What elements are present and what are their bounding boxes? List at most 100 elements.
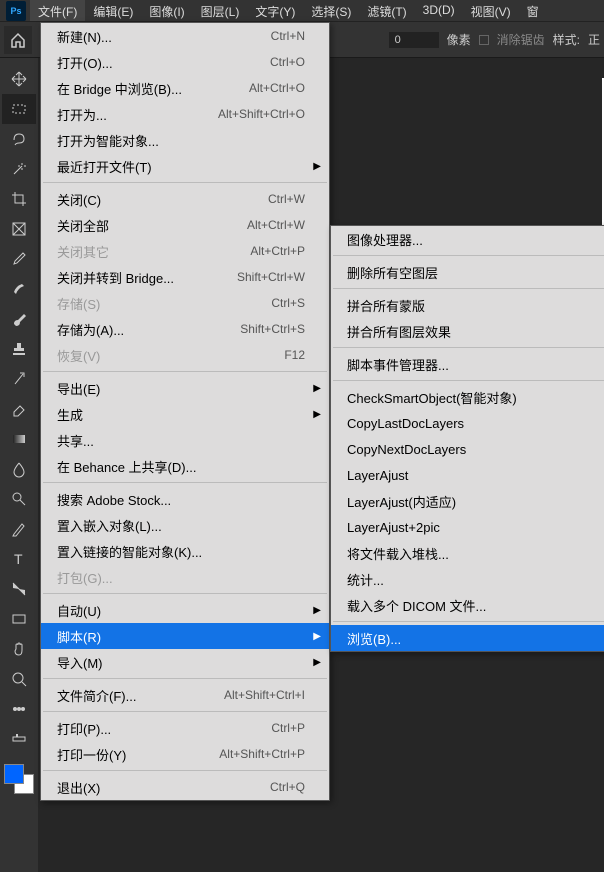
tool-eraser[interactable] (2, 394, 36, 424)
menu-窗[interactable]: 窗 (519, 0, 547, 21)
script-menu-item-0[interactable]: 图像处理器... (331, 226, 604, 252)
foreground-color[interactable] (4, 764, 24, 784)
tool-extra1[interactable] (2, 694, 36, 724)
menu-item-label: 浏览(B)... (347, 629, 401, 648)
healing-icon (10, 280, 28, 298)
file-menu-item-18[interactable]: 在 Behance 上共享(D)... (41, 453, 329, 479)
tool-marquee[interactable] (2, 94, 36, 124)
file-menu-item-31[interactable]: 打印(P)...Ctrl+P (41, 715, 329, 741)
tool-dodge[interactable] (2, 484, 36, 514)
home-button[interactable] (4, 26, 32, 54)
script-menu-item-15[interactable]: 将文件载入堆栈... (331, 540, 604, 566)
tool-rect[interactable] (2, 604, 36, 634)
menu-item-label: 在 Behance 上共享(D)... (57, 457, 196, 476)
file-menu-item-8[interactable]: 关闭全部Alt+Ctrl+W (41, 212, 329, 238)
file-menu-item-1[interactable]: 打开(O)...Ctrl+O (41, 49, 329, 75)
tool-move[interactable] (2, 64, 36, 94)
file-menu-item-3[interactable]: 打开为...Alt+Shift+Ctrl+O (41, 101, 329, 127)
file-menu-item-25[interactable]: 自动(U)▶ (41, 597, 329, 623)
menu-item-label: 拼合所有图层效果 (347, 322, 451, 341)
menu-item-label: 打印(P)... (57, 719, 111, 738)
tool-history[interactable] (2, 364, 36, 394)
file-menu-item-12[interactable]: 存储为(A)...Shift+Ctrl+S (41, 316, 329, 342)
file-menu-item-27[interactable]: 导入(M)▶ (41, 649, 329, 675)
menu-item-shortcut: Alt+Shift+Ctrl+P (219, 747, 305, 761)
menu-选择(S)[interactable]: 选择(S) (303, 0, 359, 21)
rect-icon (10, 610, 28, 628)
tool-blur[interactable] (2, 454, 36, 484)
menu-3D(D)[interactable]: 3D(D) (415, 0, 463, 21)
file-menu-item-16[interactable]: 生成▶ (41, 401, 329, 427)
script-menu-item-7[interactable]: 脚本事件管理器... (331, 351, 604, 377)
file-menu-item-0[interactable]: 新建(N)...Ctrl+N (41, 23, 329, 49)
lasso-icon (10, 130, 28, 148)
antialias-checkbox[interactable] (479, 35, 489, 45)
move-icon (10, 70, 28, 88)
file-menu-item-20[interactable]: 搜索 Adobe Stock... (41, 486, 329, 512)
menu-视图(V)[interactable]: 视图(V) (463, 0, 519, 21)
file-menu-item-7[interactable]: 关闭(C)Ctrl+W (41, 186, 329, 212)
script-menu-item-19[interactable]: 浏览(B)... (331, 625, 604, 651)
opt-value[interactable]: 0 (389, 32, 439, 48)
submenu-arrow-icon: ▶ (313, 631, 321, 642)
submenu-arrow-icon: ▶ (313, 657, 321, 668)
tool-healing[interactable] (2, 274, 36, 304)
tool-lasso[interactable] (2, 124, 36, 154)
extra2-icon (10, 730, 28, 748)
marquee-icon (10, 100, 28, 118)
pen-icon (10, 520, 28, 538)
tool-gradient[interactable] (2, 424, 36, 454)
eraser-icon (10, 400, 28, 418)
file-menu-item-34[interactable]: 退出(X)Ctrl+Q (41, 774, 329, 800)
script-menu-item-5[interactable]: 拼合所有图层效果 (331, 318, 604, 344)
tool-type[interactable]: T (2, 544, 36, 574)
menu-图像(I)[interactable]: 图像(I) (141, 0, 192, 21)
tool-crop[interactable] (2, 184, 36, 214)
tool-pen[interactable] (2, 514, 36, 544)
menu-滤镜(T)[interactable]: 滤镜(T) (359, 0, 414, 21)
tool-frame[interactable] (2, 214, 36, 244)
menu-item-label: 载入多个 DICOM 文件... (347, 596, 486, 615)
script-menu-item-2[interactable]: 删除所有空图层 (331, 259, 604, 285)
menu-文件(F)[interactable]: 文件(F) (30, 0, 85, 21)
opt-style-label: 样式: (553, 31, 580, 48)
menu-item-shortcut: Alt+Ctrl+P (250, 244, 305, 258)
menu-编辑(E)[interactable]: 编辑(E) (85, 0, 141, 21)
tool-hand[interactable] (2, 634, 36, 664)
menu-item-label: 置入链接的智能对象(K)... (57, 542, 202, 561)
script-menu-item-14[interactable]: LayerAjust+2pic (331, 514, 604, 540)
file-menu-item-29[interactable]: 文件简介(F)...Alt+Shift+Ctrl+I (41, 682, 329, 708)
menu-item-shortcut: Ctrl+S (271, 296, 305, 310)
tool-brush[interactable] (2, 304, 36, 334)
file-menu-item-32[interactable]: 打印一份(Y)Alt+Shift+Ctrl+P (41, 741, 329, 767)
file-menu-item-15[interactable]: 导出(E)▶ (41, 375, 329, 401)
file-menu-item-22[interactable]: 置入链接的智能对象(K)... (41, 538, 329, 564)
script-menu-item-11[interactable]: CopyNextDocLayers (331, 436, 604, 462)
file-menu-item-17[interactable]: 共享... (41, 427, 329, 453)
tool-eyedropper[interactable] (2, 244, 36, 274)
tool-stamp[interactable] (2, 334, 36, 364)
menu-item-label: LayerAjust(内适应) (347, 492, 456, 511)
script-menu-item-13[interactable]: LayerAjust(内适应) (331, 488, 604, 514)
tool-zoom[interactable] (2, 664, 36, 694)
file-menu-item-21[interactable]: 置入嵌入对象(L)... (41, 512, 329, 538)
file-menu-item-10[interactable]: 关闭并转到 Bridge...Shift+Ctrl+W (41, 264, 329, 290)
script-menu-item-10[interactable]: CopyLastDocLayers (331, 410, 604, 436)
file-menu-item-2[interactable]: 在 Bridge 中浏览(B)...Alt+Ctrl+O (41, 75, 329, 101)
menu-item-label: 在 Bridge 中浏览(B)... (57, 79, 182, 98)
script-menu-item-17[interactable]: 载入多个 DICOM 文件... (331, 592, 604, 618)
script-menu-item-12[interactable]: LayerAjust (331, 462, 604, 488)
color-swatch[interactable] (0, 764, 36, 800)
file-menu-item-5[interactable]: 最近打开文件(T)▶ (41, 153, 329, 179)
tool-path[interactable] (2, 574, 36, 604)
tool-wand[interactable] (2, 154, 36, 184)
opt-style-value[interactable]: 正 (588, 31, 600, 48)
file-menu-item-4[interactable]: 打开为智能对象... (41, 127, 329, 153)
script-menu-item-16[interactable]: 统计... (331, 566, 604, 592)
menu-图层(L)[interactable]: 图层(L) (193, 0, 248, 21)
script-menu-item-4[interactable]: 拼合所有蒙版 (331, 292, 604, 318)
menu-文字(Y)[interactable]: 文字(Y) (247, 0, 303, 21)
tool-extra2[interactable] (2, 724, 36, 754)
script-menu-item-9[interactable]: CheckSmartObject(智能对象) (331, 384, 604, 410)
file-menu-item-26[interactable]: 脚本(R)▶ (41, 623, 329, 649)
